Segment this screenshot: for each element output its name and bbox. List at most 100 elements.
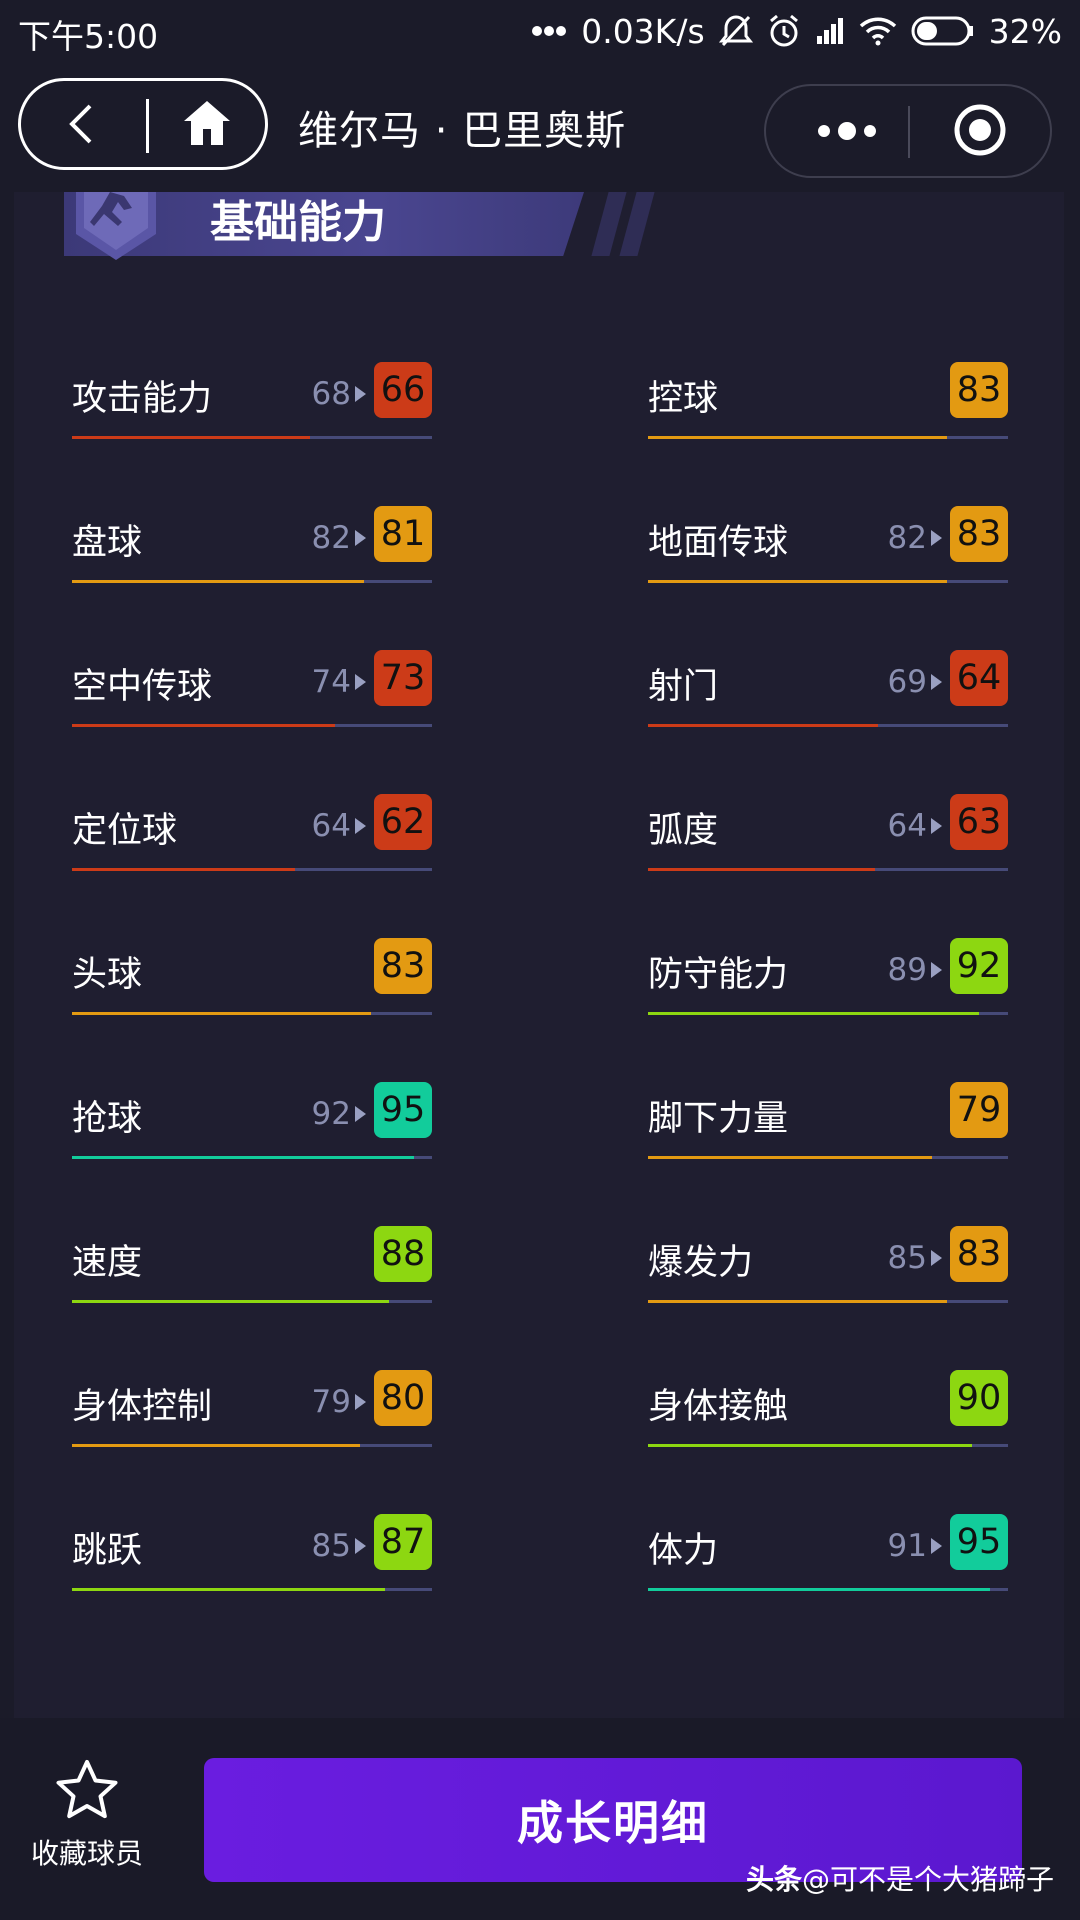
- capsule-divider: [146, 99, 149, 153]
- stat-value-badge: 83: [950, 506, 1008, 562]
- stat-bar-track: [72, 724, 432, 727]
- stat-bar-track: [648, 436, 1008, 439]
- stat-row: 攻击能力 68 66: [72, 362, 432, 452]
- stat-row: 头球 83: [72, 938, 432, 1028]
- stat-value-badge: 83: [374, 938, 432, 994]
- stat-row: 爆发力 85 83: [648, 1226, 1008, 1316]
- stat-row: 射门 69 64: [648, 650, 1008, 740]
- stat-label: 射门: [648, 667, 719, 707]
- stat-row: 防守能力 89 92: [648, 938, 1008, 1028]
- stat-row: 速度 88: [72, 1226, 432, 1316]
- back-button[interactable]: [51, 101, 111, 151]
- stat-bar-track: [72, 868, 432, 871]
- more-button[interactable]: [802, 106, 892, 156]
- stat-row: 弧度 64 63: [648, 794, 1008, 884]
- stat-value-badge: 90: [950, 1370, 1008, 1426]
- close-miniprogram-button[interactable]: [952, 104, 1008, 160]
- stat-bar-track: [72, 436, 432, 439]
- stat-previous-number: 82: [887, 520, 927, 556]
- stat-label: 头球: [72, 955, 143, 995]
- stat-bar-fill: [72, 1012, 371, 1015]
- battery-icon: [911, 16, 975, 46]
- stat-bar-fill: [648, 436, 947, 439]
- nav-capsule-right: [764, 84, 1052, 178]
- stat-row: 抢球 92 95: [72, 1082, 432, 1172]
- stat-bar-track: [648, 1012, 1008, 1015]
- stat-label: 地面传球: [648, 523, 789, 563]
- stat-bar-fill: [72, 724, 335, 727]
- triangle-right-icon: [355, 818, 366, 834]
- triangle-right-icon: [931, 1538, 942, 1554]
- signal-icon: [815, 16, 845, 46]
- stat-previous-value: 89: [888, 952, 942, 988]
- stat-bar-fill: [72, 1444, 360, 1447]
- stat-previous-number: 85: [887, 1240, 927, 1276]
- stat-label: 身体接触: [648, 1387, 789, 1427]
- stat-bar-fill: [648, 1012, 980, 1015]
- status-bar: 下午5:00 0.03K/s 32%: [0, 0, 1080, 62]
- stat-previous-number: 64: [887, 808, 927, 844]
- stat-bar-track: [648, 580, 1008, 583]
- stat-value-badge: 79: [950, 1082, 1008, 1138]
- stat-bar-fill: [72, 436, 310, 439]
- stat-label: 抢球: [72, 1099, 143, 1139]
- stat-row: 定位球 64 62: [72, 794, 432, 884]
- stat-bar-fill: [648, 1588, 990, 1591]
- stat-bar-fill: [72, 868, 296, 871]
- stat-previous-number: 92: [311, 1096, 351, 1132]
- stat-label: 定位球: [72, 811, 178, 851]
- stat-previous-value: 79: [312, 1384, 366, 1420]
- stat-row: 脚下力量 79: [648, 1082, 1008, 1172]
- stat-label: 速度: [72, 1243, 143, 1283]
- section-title: 基础能力: [210, 197, 386, 248]
- stat-bar-track: [648, 868, 1008, 871]
- stat-value-badge: 88: [374, 1226, 432, 1282]
- stat-label: 爆发力: [648, 1243, 754, 1283]
- stat-previous-number: 68: [311, 376, 351, 412]
- stat-bar-fill: [72, 580, 364, 583]
- triangle-right-icon: [931, 962, 942, 978]
- stat-value-badge: 62: [374, 794, 432, 850]
- triangle-right-icon: [355, 1394, 366, 1410]
- stat-previous-value: 64: [312, 808, 366, 844]
- stat-previous-value: 82: [888, 520, 942, 556]
- more-dots-icon: [531, 25, 567, 37]
- stat-previous-value: 85: [312, 1528, 366, 1564]
- stat-bar-fill: [648, 868, 875, 871]
- stat-bar-track: [72, 1156, 432, 1159]
- stat-bar-track: [72, 1444, 432, 1447]
- stat-bar-fill: [648, 1156, 933, 1159]
- stat-bar-fill: [72, 1588, 386, 1591]
- stat-previous-value: 69: [888, 664, 942, 700]
- triangle-right-icon: [931, 818, 942, 834]
- stat-value-badge: 73: [374, 650, 432, 706]
- stat-label: 体力: [648, 1531, 719, 1571]
- stat-bar-track: [648, 1156, 1008, 1159]
- stat-bar-fill: [72, 1156, 414, 1159]
- dot-small-icon: [864, 125, 876, 137]
- stat-value-badge: 66: [374, 362, 432, 418]
- home-button[interactable]: [179, 97, 235, 153]
- attributes-panel: 基础能力 攻击能力 68 66 盘球 82 81 空中传球 74 73 定位球 64 62 头球 83 抢球…: [14, 192, 1064, 1718]
- wifi-icon: [859, 16, 897, 46]
- stat-label: 跳跃: [72, 1531, 143, 1571]
- stat-previous-number: 89: [887, 952, 927, 988]
- stat-value-badge: 81: [374, 506, 432, 562]
- stat-previous-number: 91: [887, 1528, 927, 1564]
- stat-previous-number: 85: [311, 1528, 351, 1564]
- stat-previous-number: 82: [311, 520, 351, 556]
- stat-label: 攻击能力: [72, 379, 213, 419]
- stat-row: 跳跃 85 87: [72, 1514, 432, 1604]
- triangle-right-icon: [931, 674, 942, 690]
- favorite-player-button[interactable]: 收藏球员: [22, 1758, 152, 1898]
- stat-label: 防守能力: [648, 955, 789, 995]
- stat-label: 脚下力量: [648, 1099, 789, 1139]
- stat-bar-track: [648, 1300, 1008, 1303]
- stat-bar-fill: [648, 1300, 947, 1303]
- alarm-icon: [767, 13, 801, 49]
- stat-bar-track: [648, 1444, 1008, 1447]
- dot-small-icon: [818, 125, 830, 137]
- stat-bar-track: [648, 1588, 1008, 1591]
- watermark: 头条@可不是个大猪蹄子: [746, 1858, 1054, 1898]
- stat-previous-value: 68: [312, 376, 366, 412]
